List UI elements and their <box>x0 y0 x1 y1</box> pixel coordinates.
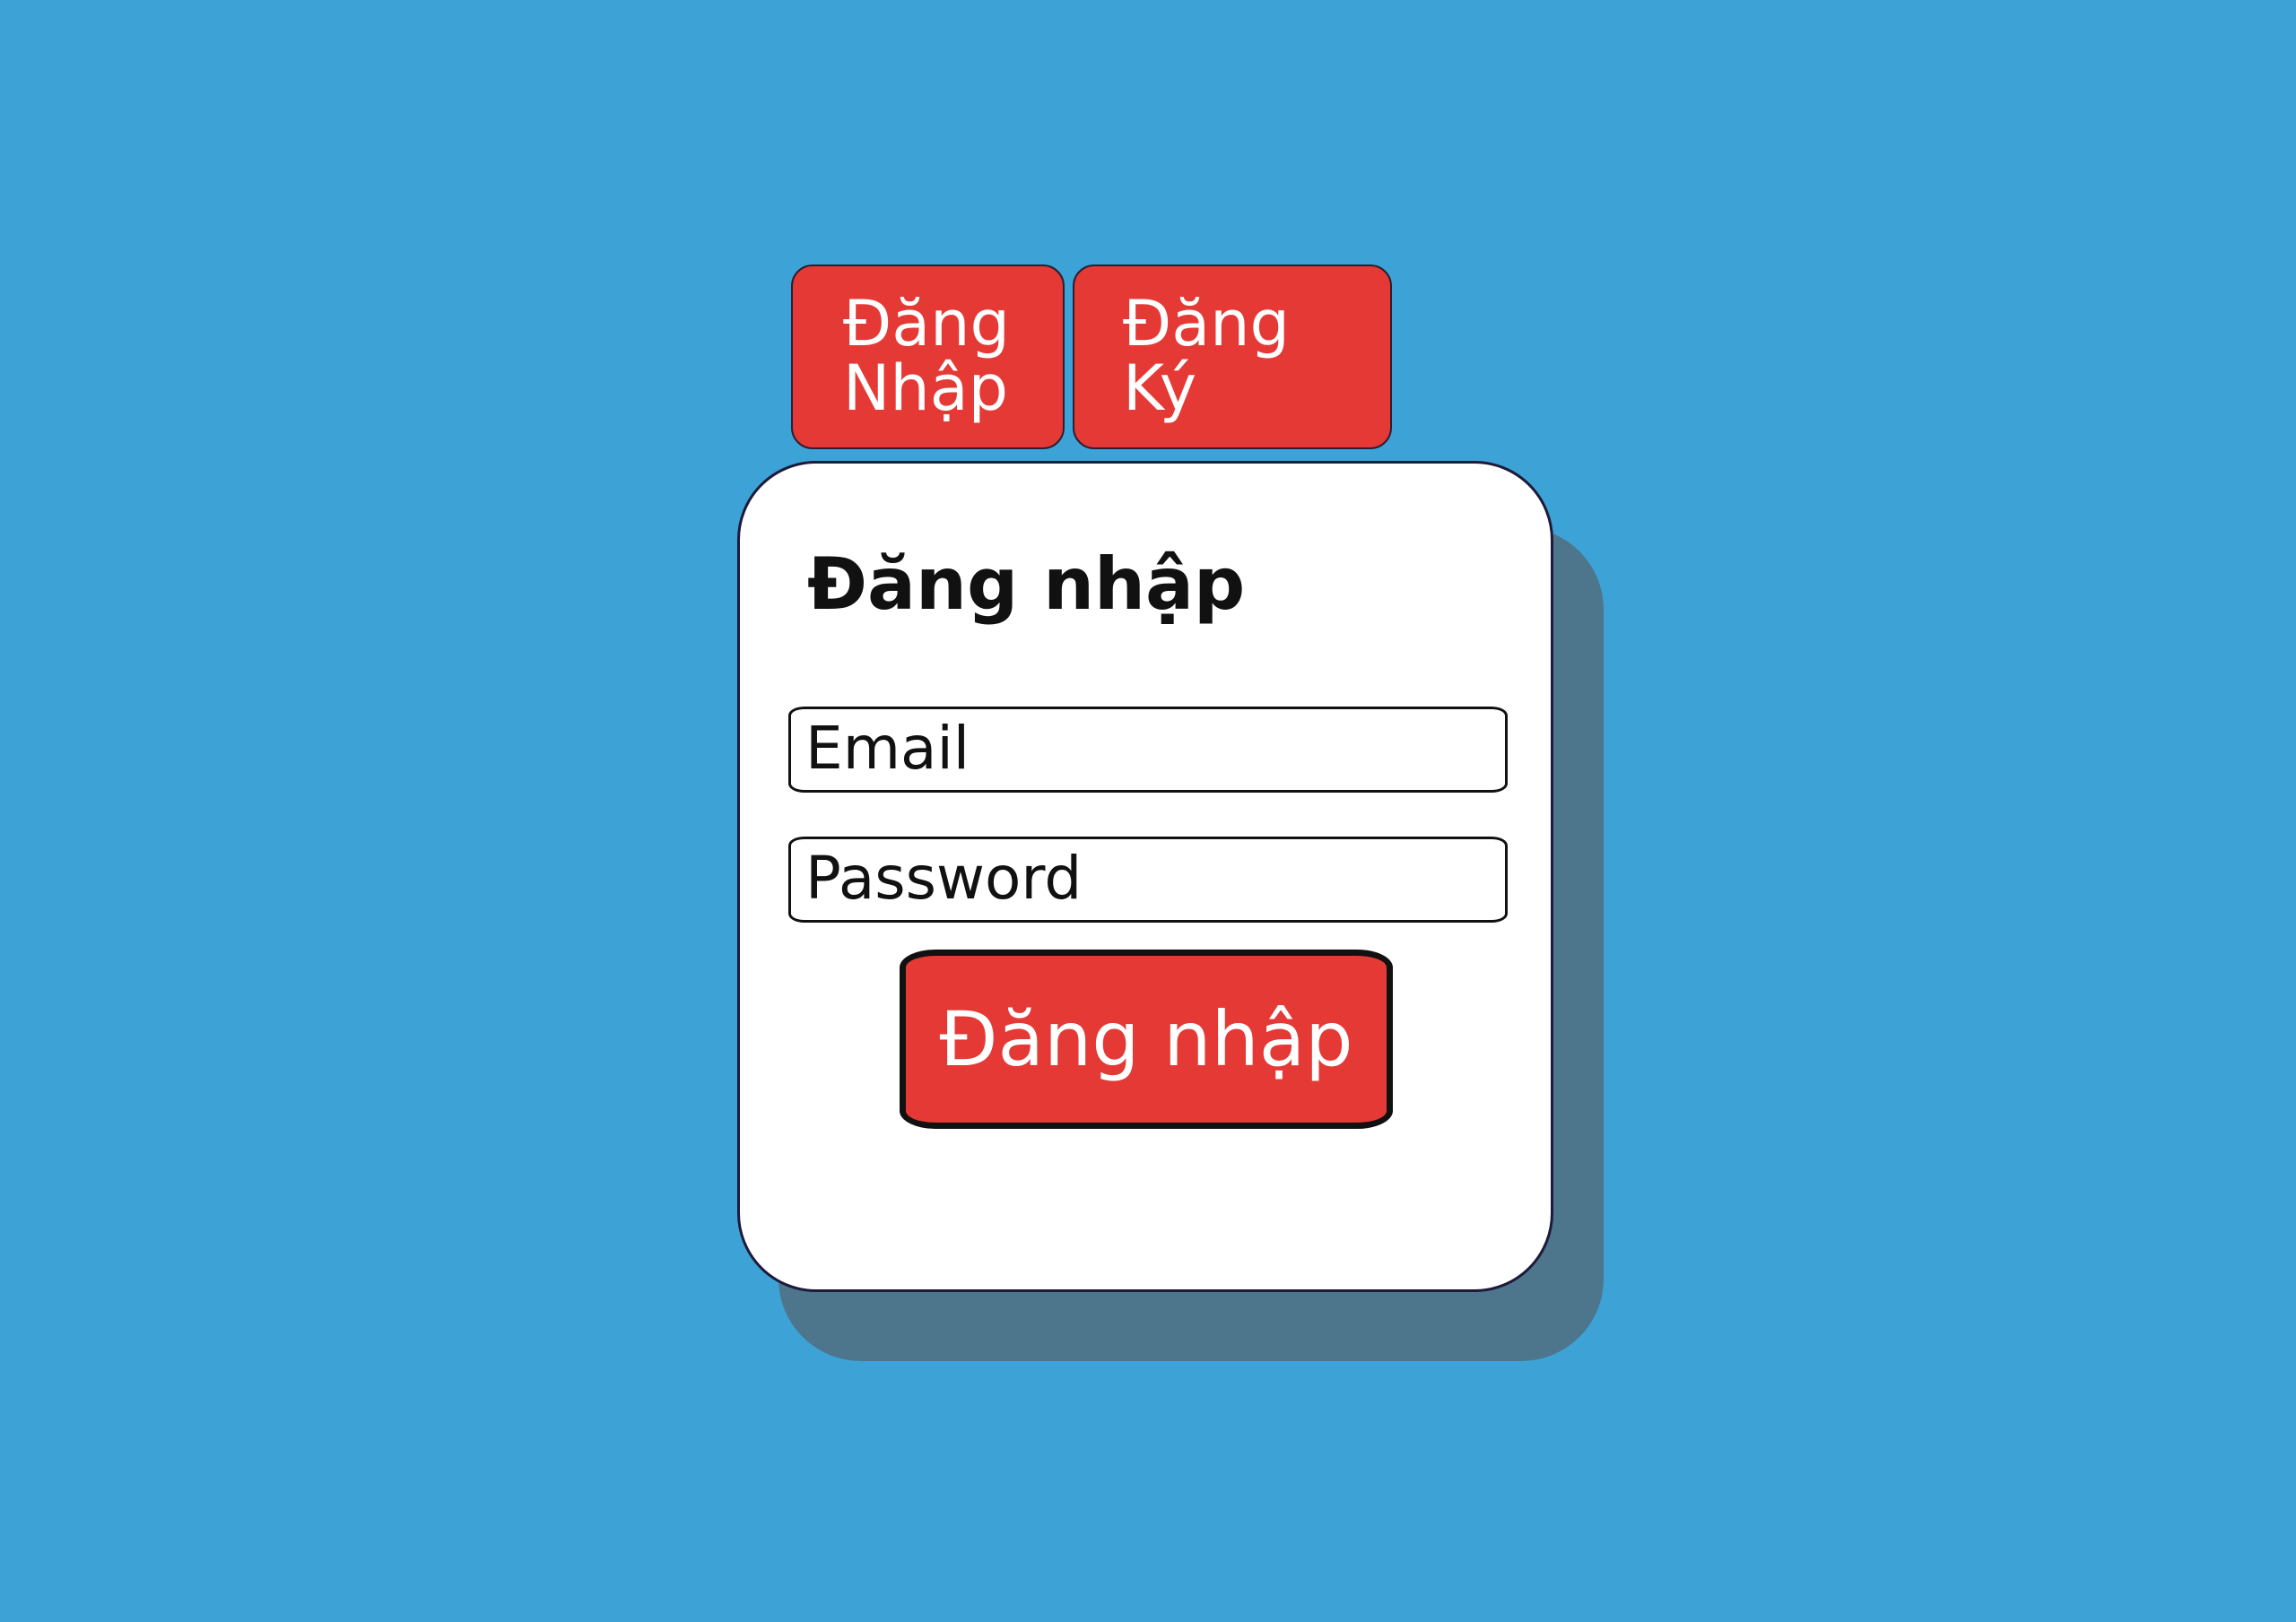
tab-register[interactable]: Đăng Ký <box>1073 265 1392 449</box>
tab-login-label-line2: Nhập <box>843 351 1009 425</box>
password-field[interactable]: Password <box>788 837 1508 923</box>
email-placeholder: Email <box>805 714 970 783</box>
tab-login-label-line1: Đăng <box>843 287 1010 360</box>
form-title: Đăng nhập <box>807 542 1246 626</box>
tab-login[interactable]: Đăng Nhập <box>791 265 1065 449</box>
tab-register-label-line1: Đăng <box>1123 287 1290 360</box>
login-button[interactable]: Đăng nhập <box>900 950 1393 1129</box>
login-button-label: Đăng nhập <box>939 995 1353 1083</box>
password-placeholder: Password <box>805 844 1083 913</box>
email-field[interactable]: Email <box>788 707 1508 793</box>
login-card: Đăng nhập Email Password Đăng nhập <box>737 461 1553 1292</box>
tab-register-label-line2: Ký <box>1123 351 1197 425</box>
